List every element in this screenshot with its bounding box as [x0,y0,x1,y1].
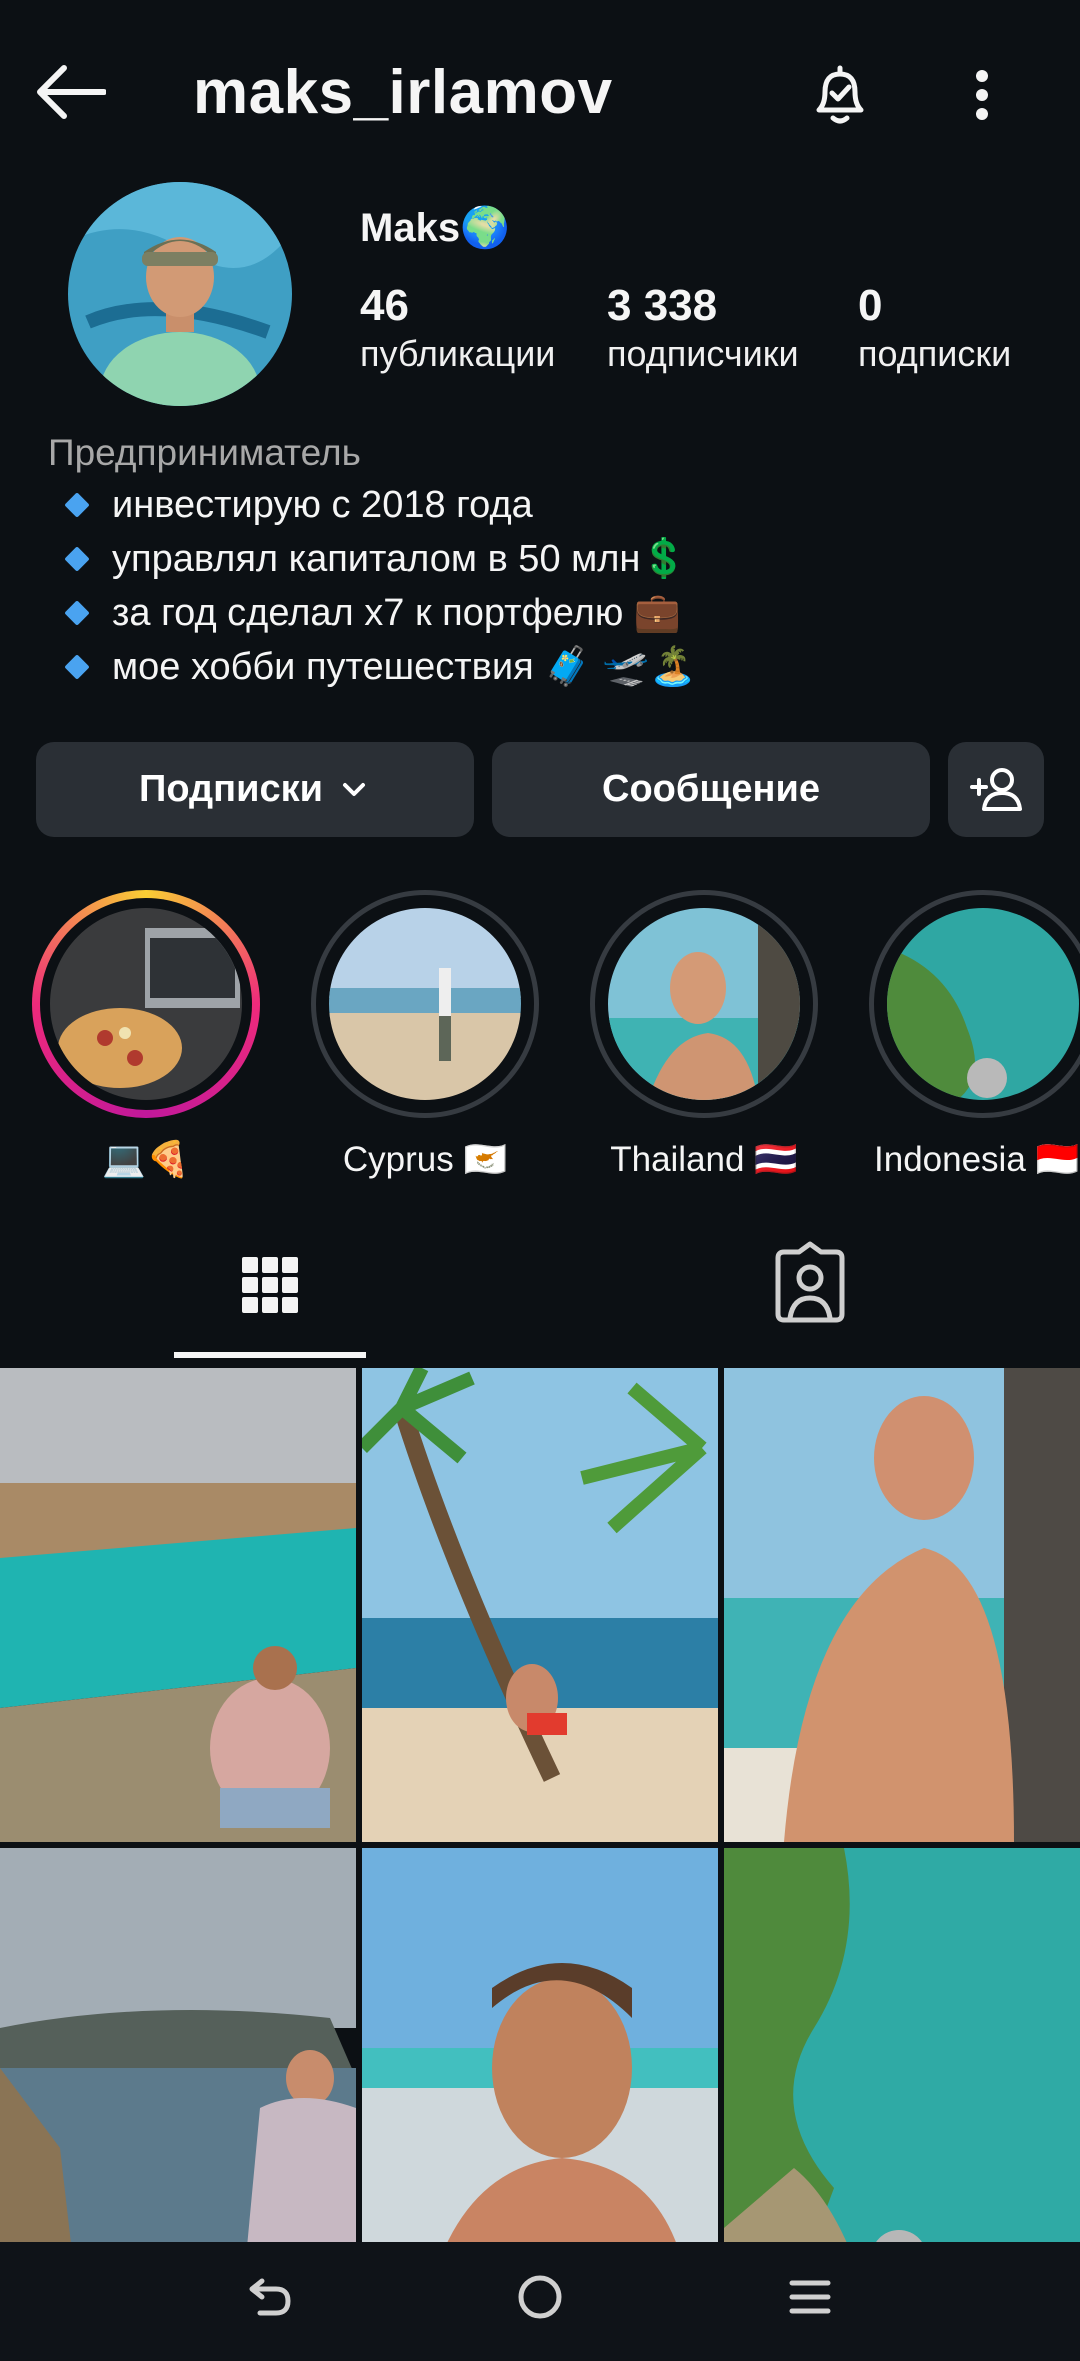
system-nav-bar [0,2242,1080,2361]
post-thumbnail[interactable] [362,1368,718,1842]
highlight-ring [590,890,818,1118]
tab-tagged[interactable] [715,1230,905,1360]
highlight-ring [311,890,539,1118]
bio-line: управлял капиталом в 50 млн💲 [48,532,1048,586]
stat-posts-label: публикации [360,333,556,374]
highlight-cover [887,908,1079,1100]
profile-bio: Предприниматель инвестирую с 2018 года у… [48,428,1048,694]
stat-following-count: 0 [858,281,883,330]
post-thumbnail[interactable] [0,1368,356,1842]
bell-check-icon[interactable] [805,60,875,130]
chevron-down-icon [342,782,365,796]
stat-posts[interactable]: 46 публикации [360,280,555,376]
diamond-bullet-icon [64,654,90,680]
more-vertical-icon[interactable] [952,60,1012,130]
story-highlight[interactable]: Thailand 🇹🇭 [590,890,818,1182]
diamond-bullet-icon [64,600,90,626]
diamond-bullet-icon [64,492,90,518]
following-dropdown-button[interactable]: Подписки [36,742,474,837]
nav-home-icon[interactable] [510,2267,570,2327]
following-button-label: Подписки [139,768,323,810]
stat-following-label: подписки [858,333,1012,374]
story-highlight[interactable]: Indonesia 🇮🇩 [869,890,1080,1182]
highlight-ring [869,890,1080,1118]
display-name: Maks🌍 [360,206,510,250]
bio-line-text: за год сделал x7 к портфелю 💼 [112,592,682,634]
profile-username: maks_irlamov [193,58,613,127]
stat-followers-count: 3 338 [607,281,718,330]
message-button-label: Сообщение [602,768,820,810]
tagged-person-icon [775,1241,845,1323]
bio-line: мое хобби путешествия 🧳 🛫🏝️ [48,640,1048,694]
bio-line-text: инвестирую с 2018 года [112,484,533,526]
suggest-people-button[interactable] [948,742,1044,837]
highlight-ring [32,890,260,1118]
bio-line: инвестирую с 2018 года [48,478,1048,532]
highlight-label: Thailand 🇹🇭 [610,1140,798,1179]
message-button[interactable]: Сообщение [492,742,930,837]
bio-line-text: мое хобби путешествия 🧳 🛫🏝️ [112,646,697,688]
nav-back-icon[interactable] [240,2267,300,2327]
post-thumbnail[interactable] [724,1368,1080,1842]
nav-recents-icon[interactable] [780,2267,840,2327]
diamond-bullet-icon [64,546,90,572]
grid-icon [242,1257,298,1313]
stat-posts-count: 46 [360,281,409,330]
add-person-icon [970,767,1022,811]
story-highlight[interactable]: Cyprus 🇨🇾 [311,890,539,1182]
highlight-cover [50,908,242,1100]
highlight-label: 💻🍕 [102,1140,190,1179]
highlight-label: Cyprus 🇨🇾 [342,1140,508,1179]
back-arrow-icon[interactable] [34,62,106,122]
tab-posts-grid[interactable] [175,1230,365,1360]
stat-following[interactable]: 0 подписки [858,280,1011,376]
highlight-cover [329,908,521,1100]
active-tab-indicator [174,1352,366,1358]
story-highlight[interactable]: 💻🍕 [32,890,260,1182]
bio-category: Предприниматель [48,432,361,473]
highlight-cover [608,908,800,1100]
stat-followers-label: подписчики [607,333,799,374]
highlight-label: Indonesia 🇮🇩 [874,1140,1080,1179]
stat-followers[interactable]: 3 338 подписчики [607,280,799,376]
profile-avatar[interactable] [68,182,292,406]
bio-line-text: управлял капиталом в 50 млн💲 [112,538,688,580]
bio-line: за год сделал x7 к портфелю 💼 [48,586,1048,640]
